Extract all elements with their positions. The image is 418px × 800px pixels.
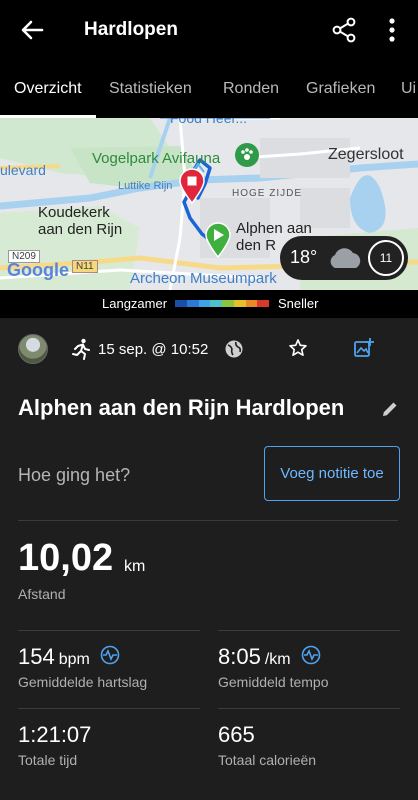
pace-color-segment — [245, 300, 258, 307]
divider — [218, 708, 400, 709]
activity-date: 15 sep. @ 10:52 — [98, 341, 209, 358]
app-bar: Hardlopen — [0, 0, 418, 60]
pace-color-segment — [210, 300, 222, 307]
more-vertical-icon[interactable] — [382, 16, 402, 44]
start-pin-icon — [205, 222, 231, 258]
heart-rate-unit: bpm — [58, 651, 90, 668]
pace-color-segment — [233, 300, 246, 307]
finish-pin-icon — [179, 168, 205, 204]
map-label-vogelpark: Vogelpark Avifauna — [92, 150, 221, 167]
legend-faster-label: Sneller — [278, 296, 319, 311]
map-label-koudekerk: Koudekerk aan den Rijn — [38, 204, 123, 238]
google-logo: Google — [7, 260, 69, 280]
calories-label: Totaal calorieën — [218, 752, 317, 768]
avatar[interactable] — [18, 334, 48, 364]
add-photo-icon[interactable] — [353, 337, 375, 359]
cloud-icon — [330, 248, 361, 268]
tab-grafieken[interactable]: Grafieken — [306, 80, 375, 98]
tab-ronden[interactable]: Ronden — [223, 80, 279, 98]
total-time-value: 1:21:07 — [18, 722, 92, 747]
arrow-left-icon[interactable] — [18, 16, 46, 44]
pace-label: Gemiddeld tempo — [218, 674, 329, 690]
map-label-luttike-rijn: Luttike Rijn — [118, 180, 173, 192]
total-time-label: Totale tijd — [18, 752, 78, 768]
park-pin-icon — [235, 143, 259, 167]
calories-value: 665 — [218, 722, 255, 747]
heart-rate-value: 154 — [18, 644, 55, 669]
map-label-archeon: Archeon Museumpark — [130, 270, 277, 287]
pace-color-segment — [257, 300, 269, 307]
pace-value: 8:05 — [218, 644, 261, 669]
page-title: Hardlopen — [84, 19, 178, 40]
heart-rate-label: Gemiddelde hartslag — [18, 674, 148, 690]
map-label-hoge-zijde: HOGE ZIJDE — [232, 188, 303, 199]
tab-statistieken[interactable]: Statistieken — [109, 80, 192, 98]
tab-overzicht[interactable]: Overzicht — [14, 80, 82, 98]
divider — [18, 630, 200, 631]
distance-label: Afstand — [18, 586, 66, 602]
pace-color-segment — [198, 300, 211, 307]
legend-slower-label: Langzamer — [102, 296, 168, 311]
distance-value: 10,02 — [18, 537, 114, 579]
pace-color-segment — [175, 300, 187, 307]
pace-color-bar — [175, 300, 269, 307]
divider — [18, 708, 200, 709]
activity-meta-row: 15 sep. @ 10:52 — [0, 318, 418, 380]
share-icon[interactable] — [330, 16, 358, 44]
tab-bar: Overzicht Statistieken Ronden Grafieken … — [0, 60, 418, 118]
weather-temperature: 18° — [290, 247, 318, 267]
divider — [18, 520, 398, 521]
pace-color-segment — [186, 300, 199, 307]
star-icon[interactable] — [288, 338, 308, 358]
globe-icon[interactable] — [224, 339, 244, 359]
map-label-road-top: Food Heer... — [170, 118, 248, 126]
pencil-icon[interactable] — [380, 399, 400, 419]
distance-unit: km — [124, 558, 146, 575]
map-label-boulevard: ulevard — [0, 162, 46, 178]
heart-rate-monitor-icon — [301, 645, 321, 665]
heart-rate-stat: 154 bpm — [18, 644, 120, 670]
wind-indicator: 11 — [368, 240, 404, 276]
pace-stat: 8:05/km — [218, 644, 321, 670]
feel-prompt: Hoe ging het? — [18, 465, 131, 485]
pace-color-segment — [222, 300, 234, 307]
activity-title: Alphen aan den Rijn Hardlopen — [18, 395, 345, 420]
heart-rate-monitor-icon — [100, 645, 120, 665]
road-badge-n11: N11 — [72, 260, 98, 273]
add-note-button[interactable]: Voeg notitie toe — [264, 446, 400, 501]
pace-unit: /km — [264, 651, 291, 668]
running-icon — [72, 338, 90, 360]
divider — [218, 630, 400, 631]
weather-badge: 18° 11 — [280, 236, 408, 280]
tab-uitrusting[interactable]: Ui — [401, 80, 416, 98]
map-label-zegersloot: Zegersloot — [328, 146, 404, 163]
pace-legend: Langzamer Sneller — [0, 290, 418, 318]
